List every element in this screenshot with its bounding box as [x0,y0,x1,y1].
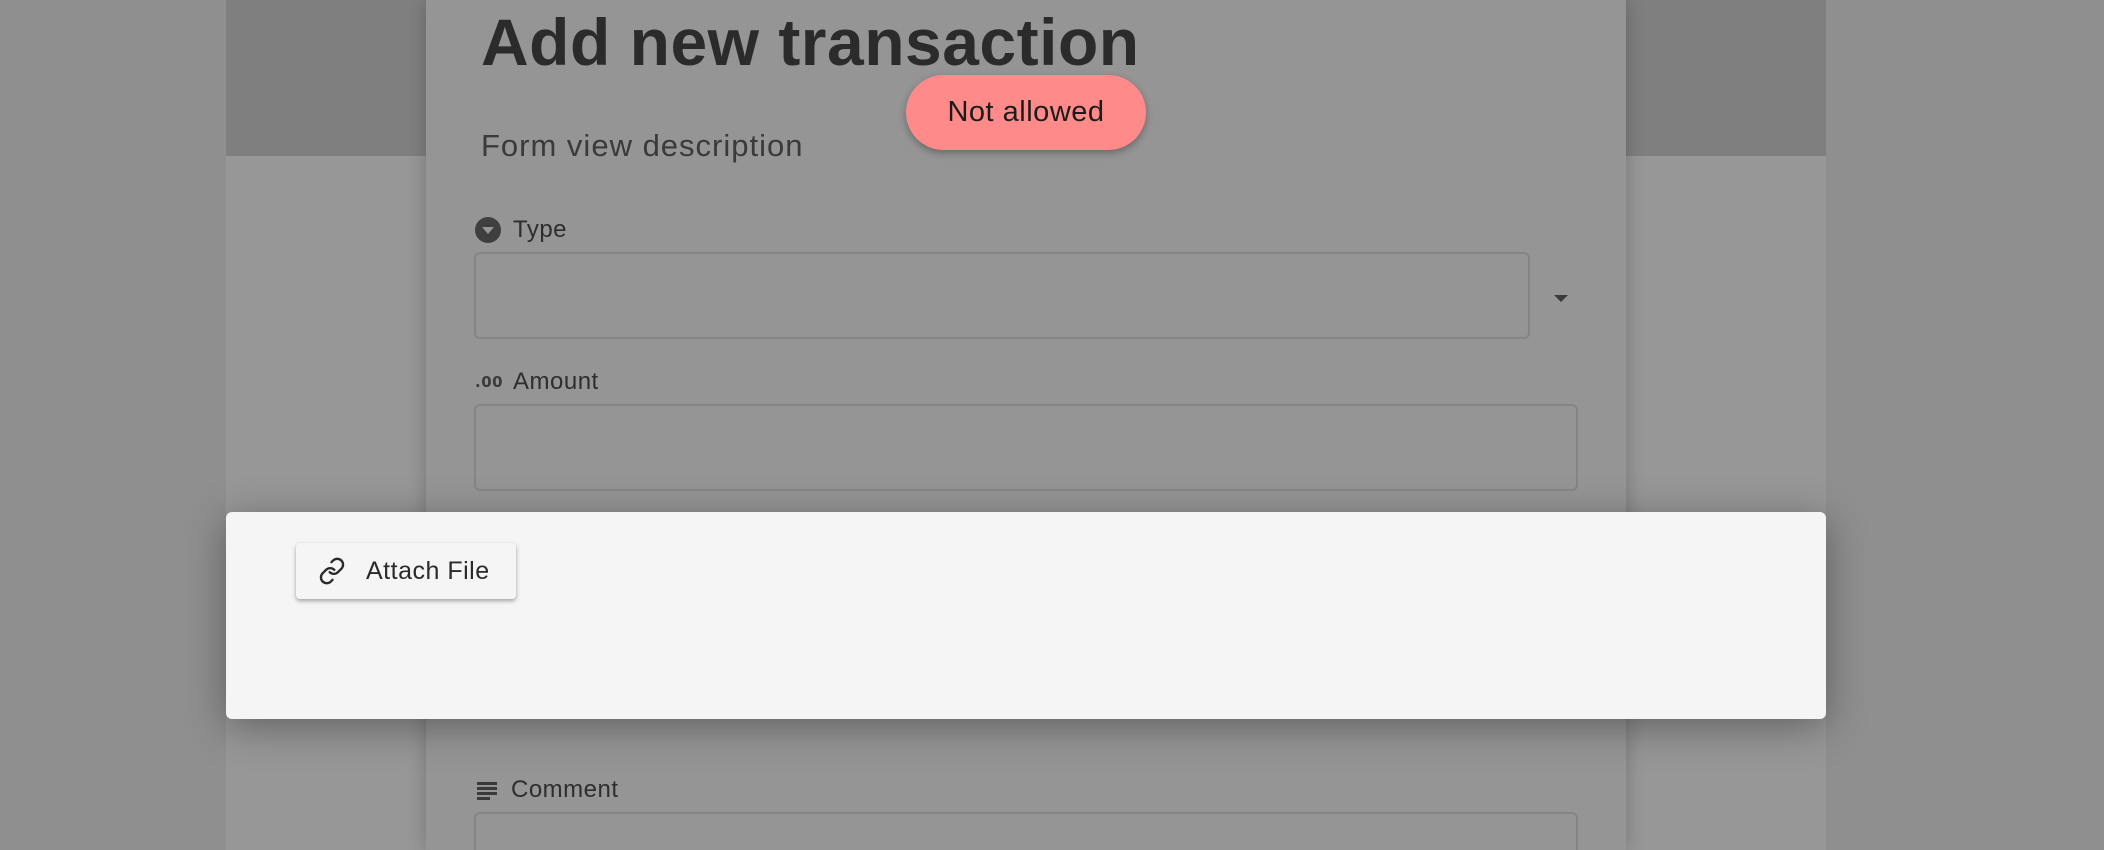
not-allowed-toast: Not allowed [906,75,1146,150]
attach-panel: Attach File [226,512,1826,719]
comment-input[interactable] [474,812,1578,850]
attach-file-button[interactable]: Attach File [296,543,516,599]
right-gutter [1826,0,2104,850]
type-select[interactable] [474,252,1530,339]
type-field-label: Type [475,216,567,244]
type-label-text: Type [513,216,568,243]
amount-input[interactable] [474,404,1578,491]
dropdown-circle-icon [475,217,501,243]
notes-lines-icon [475,780,499,800]
decimal-icon: .00 [475,373,504,391]
link-icon [319,557,345,585]
comment-field-label: Comment [475,776,619,804]
comment-label-text: Comment [511,776,619,803]
attach-file-label: Attach File [366,556,490,585]
chevron-down-icon[interactable] [1554,295,1568,302]
amount-label-text: Amount [513,368,599,395]
page-title: Add new transaction [481,5,1140,79]
form-description: Form view description [481,128,804,163]
left-gutter [0,0,226,850]
amount-field-label: .00 Amount [475,368,599,396]
